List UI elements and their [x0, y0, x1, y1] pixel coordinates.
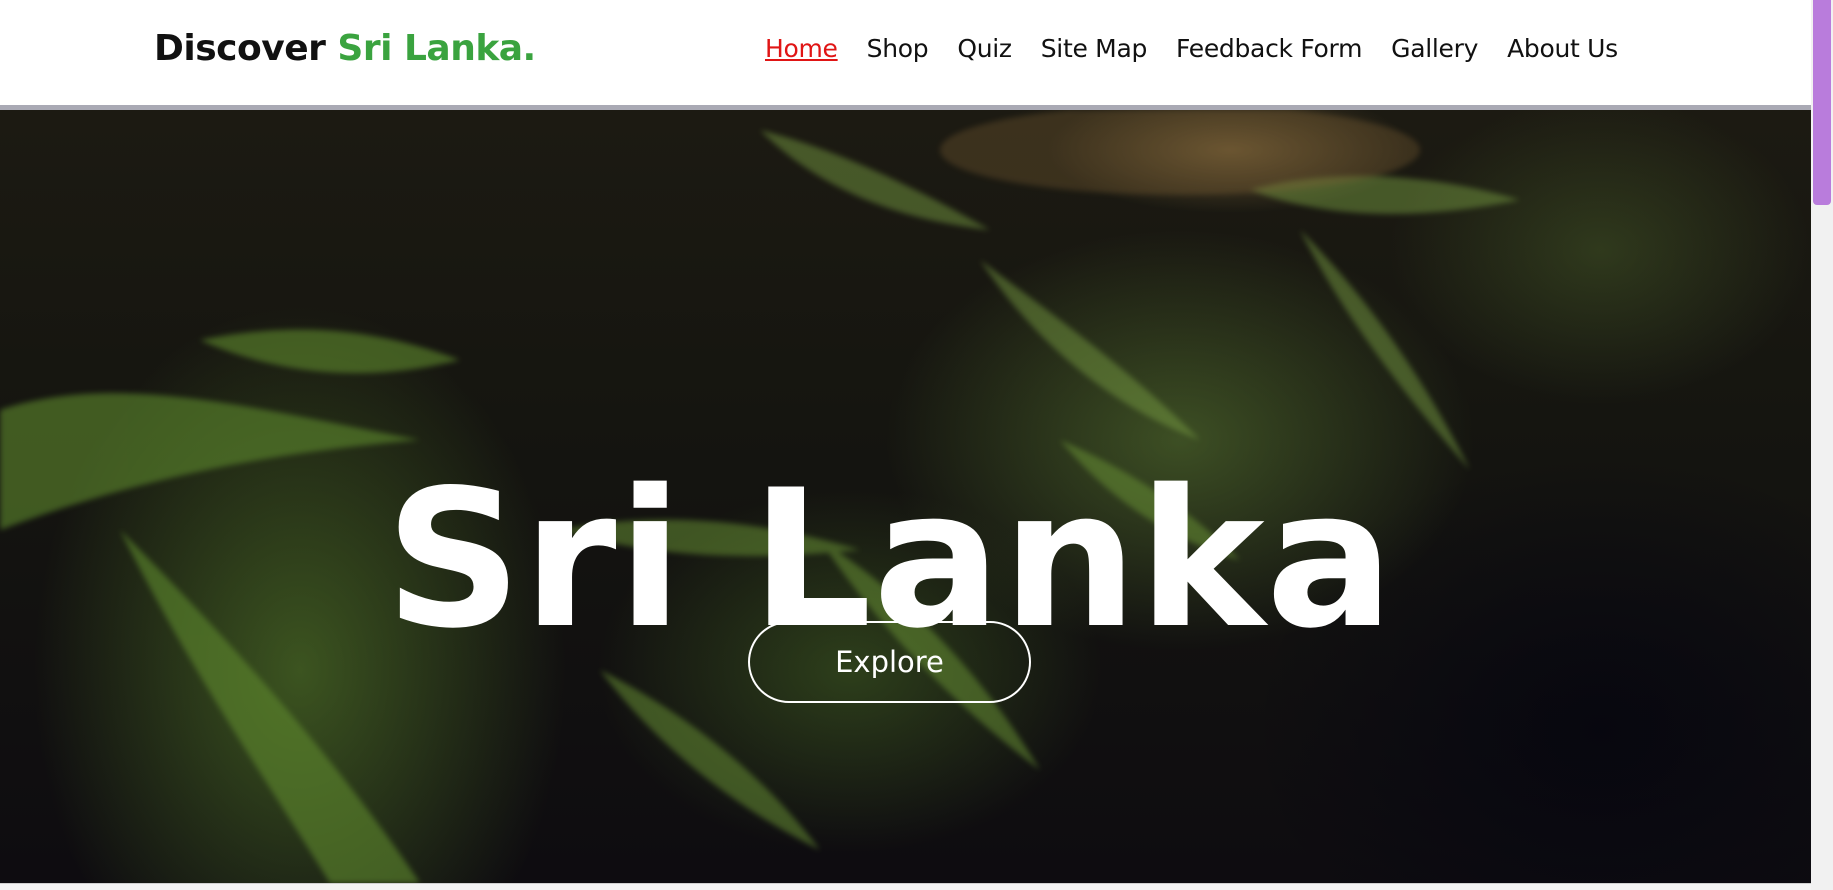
nav-link-gallery[interactable]: Gallery — [1391, 34, 1478, 70]
page-bottom-edge — [0, 883, 1811, 890]
nav-link-site-map[interactable]: Site Map — [1041, 34, 1148, 70]
nav-link-feedback-form[interactable]: Feedback Form — [1176, 34, 1362, 70]
hero-section: Sri Lanka Explore — [0, 110, 1811, 883]
vertical-scrollbar[interactable] — [1811, 0, 1833, 890]
explore-button[interactable]: Explore — [748, 621, 1031, 703]
top-navbar: Discover Sri Lanka. Home Shop Quiz Site … — [0, 0, 1811, 110]
scrollbar-thumb[interactable] — [1813, 0, 1831, 205]
main-nav: Home Shop Quiz Site Map Feedback Form Ga… — [765, 34, 1811, 70]
nav-link-about-us[interactable]: About Us — [1507, 34, 1618, 70]
logo-prefix: Discover — [154, 28, 326, 69]
site-logo[interactable]: Discover Sri Lanka. — [154, 28, 536, 69]
nav-link-shop[interactable]: Shop — [867, 34, 929, 70]
nav-link-home[interactable]: Home — [765, 34, 838, 70]
logo-highlight: Sri Lanka. — [337, 28, 536, 69]
browser-viewport: Discover Sri Lanka. Home Shop Quiz Site … — [0, 0, 1811, 890]
nav-link-quiz[interactable]: Quiz — [957, 34, 1012, 70]
